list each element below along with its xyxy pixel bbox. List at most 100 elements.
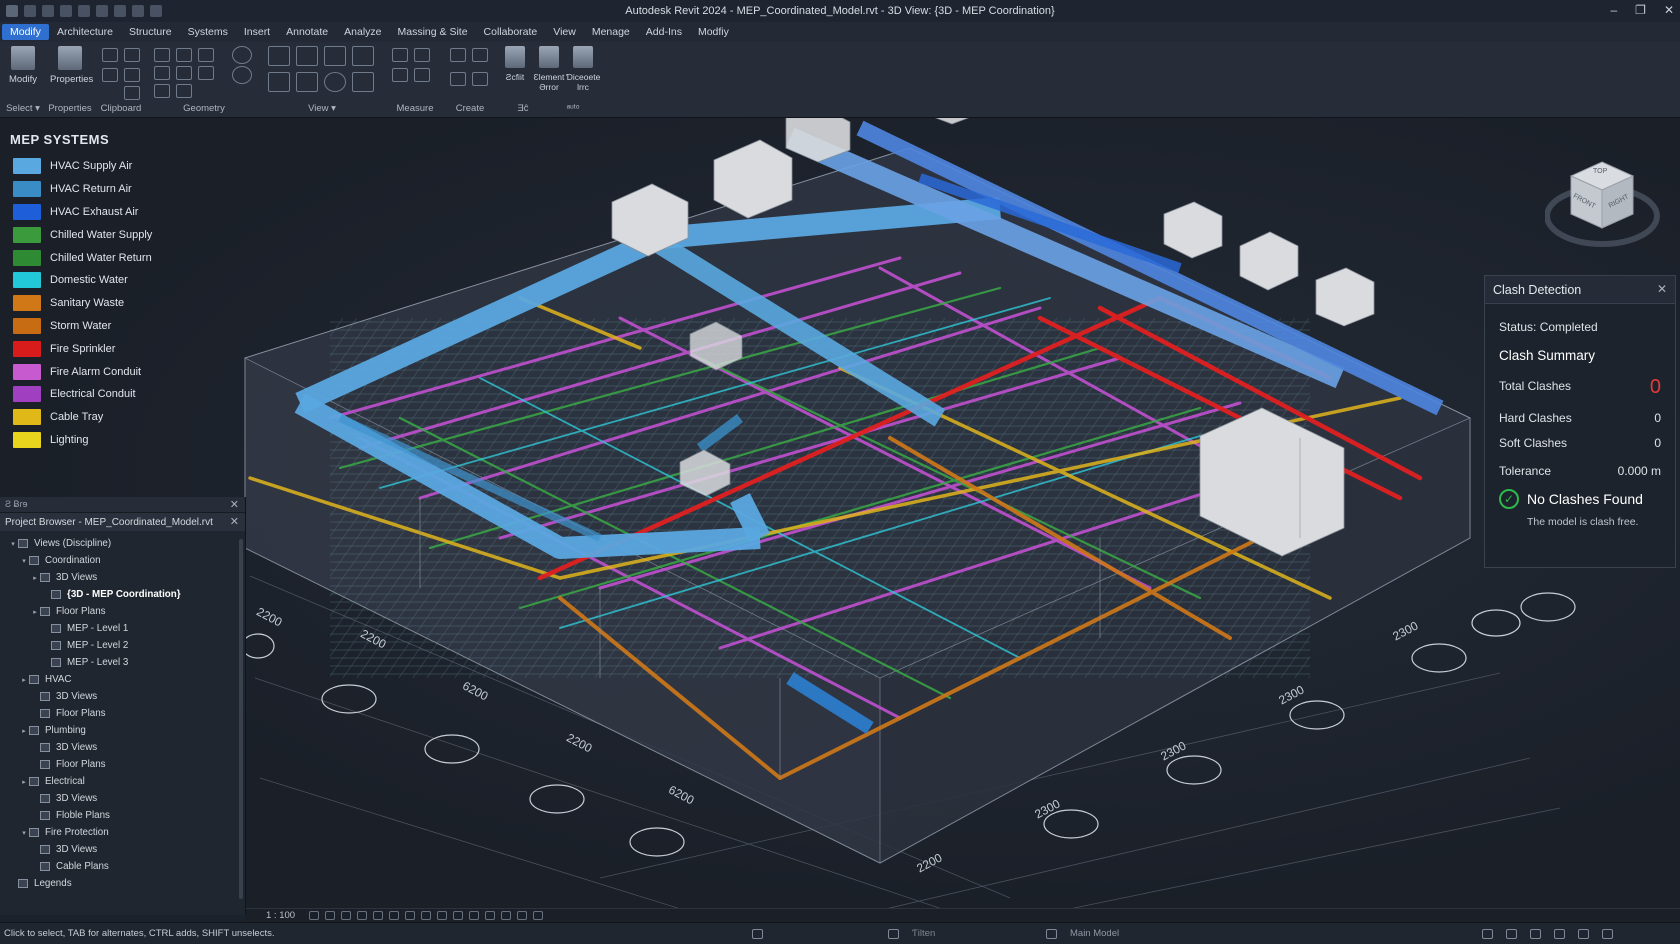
design-options-icon[interactable] [888, 929, 899, 939]
split-face-icon[interactable] [154, 66, 170, 80]
tab-annotate[interactable]: Annotate [278, 24, 336, 40]
array-icon[interactable] [324, 72, 346, 92]
browser-scrollbar[interactable] [239, 539, 243, 899]
expand-toggle-icon[interactable]: ▸ [30, 608, 40, 616]
tree-item[interactable]: Legends [0, 875, 245, 892]
print-icon[interactable] [114, 5, 126, 17]
cut-geometry-icon[interactable] [176, 48, 192, 62]
cut-icon[interactable] [124, 48, 140, 62]
tab-manage[interactable]: Menage [584, 24, 638, 40]
tab-add-ins[interactable]: Add-Ins [638, 24, 690, 40]
view-more-icon[interactable] [533, 911, 544, 920]
tab-massing-site[interactable]: Massing & Site [390, 24, 476, 40]
tree-item[interactable]: Cable Plans [0, 858, 245, 875]
tab-analyze[interactable]: Analyze [336, 24, 389, 40]
analytical-model-icon[interactable] [485, 911, 496, 920]
tree-item[interactable]: ▸ Electrical [0, 773, 245, 790]
expand-toggle-icon[interactable]: ▸ [19, 778, 29, 786]
trim-icon[interactable] [268, 72, 290, 92]
visual-style-icon[interactable] [325, 911, 336, 920]
rotate-icon[interactable] [232, 66, 252, 84]
tree-item[interactable]: 3D Views [0, 739, 245, 756]
measure-distance-icon[interactable] [392, 48, 408, 62]
split-icon[interactable] [296, 72, 318, 92]
reveal-constraints-icon[interactable] [517, 911, 528, 920]
create-assembly-icon[interactable] [450, 48, 466, 62]
undo-icon[interactable] [78, 5, 90, 17]
cope-icon[interactable] [154, 48, 170, 62]
active-model[interactable]: Main Model [1070, 928, 1119, 939]
angular-icon[interactable] [414, 68, 430, 82]
offset-icon[interactable] [296, 46, 318, 66]
join-icon[interactable] [124, 86, 140, 100]
close-properties-icon[interactable]: ✕ [230, 498, 239, 511]
redo-icon[interactable] [96, 5, 108, 17]
tree-item[interactable]: Floor Plans [0, 705, 245, 722]
select-pinned-icon[interactable] [1530, 929, 1541, 939]
create-parts-icon[interactable] [472, 48, 488, 62]
expand-toggle-icon[interactable]: ▾ [8, 540, 18, 548]
element-error-button[interactable]: Ɛlement Ərror [532, 46, 566, 92]
shadows-icon[interactable] [357, 911, 368, 920]
view-cube-top[interactable]: TOP [1593, 168, 1607, 175]
view-dropdown[interactable]: View ▾ [262, 103, 382, 114]
scale-icon[interactable] [352, 72, 374, 92]
show-crop-icon[interactable] [405, 911, 416, 920]
worksets-icon[interactable] [752, 929, 763, 939]
join-geometry-icon[interactable] [198, 48, 214, 62]
disconnect-button[interactable]: Ɗiceoete lrrc [566, 46, 600, 92]
tab-modify-2[interactable]: Modfiy [690, 24, 737, 40]
tree-item[interactable]: MEP - Level 1 [0, 620, 245, 637]
tab-systems[interactable]: Systems [180, 24, 236, 40]
tree-item[interactable]: ▾ Coordination [0, 552, 245, 569]
restore-button[interactable]: ❐ [1635, 3, 1646, 17]
save-icon[interactable] [42, 5, 54, 17]
filter-icon[interactable] [1602, 929, 1613, 939]
close-window-button[interactable]: ✕ [1664, 3, 1674, 17]
tree-item[interactable]: ▸ Floor Plans [0, 603, 245, 620]
mirror-icon[interactable] [324, 46, 346, 66]
measure-element-icon[interactable] [414, 48, 430, 62]
expand-toggle-icon[interactable]: ▾ [19, 557, 29, 565]
render-icon[interactable] [373, 911, 384, 920]
view-cube[interactable]: TOP FRONT RIGHT [1544, 148, 1675, 258]
unlocked-view-icon[interactable] [421, 911, 432, 920]
select-by-face-icon[interactable] [1554, 929, 1565, 939]
mep-model-render[interactable] [0, 118, 1680, 915]
tab-collaborate[interactable]: Collaborate [476, 24, 546, 40]
tab-structure[interactable]: Structure [121, 24, 180, 40]
drag-elements-icon[interactable] [1578, 929, 1589, 939]
crop-view-icon[interactable] [389, 911, 400, 920]
match-icon[interactable] [124, 68, 140, 82]
tab-insert[interactable]: Insert [236, 24, 278, 40]
tab-modify[interactable]: Modify [2, 24, 49, 40]
wall-joins-icon[interactable] [232, 46, 252, 64]
remove-paint-icon[interactable] [154, 84, 170, 98]
tree-item[interactable]: ▾ Views (Discipline) [0, 535, 245, 552]
close-icon[interactable]: ✕ [1657, 282, 1667, 296]
minimize-button[interactable]: – [1610, 3, 1617, 17]
paste-icon[interactable] [102, 48, 118, 62]
temporary-hide-icon[interactable] [437, 911, 448, 920]
sun-path-icon[interactable] [341, 911, 352, 920]
tree-item[interactable]: ▸ 3D Views [0, 569, 245, 586]
create-similar-icon[interactable] [472, 72, 488, 86]
move-icon[interactable] [352, 46, 374, 66]
expand-toggle-icon[interactable]: ▸ [30, 574, 40, 582]
expand-toggle-icon[interactable]: ▸ [19, 676, 29, 684]
modify-button[interactable]: Modify [3, 46, 43, 85]
align-icon[interactable] [268, 46, 290, 66]
open-icon[interactable] [24, 5, 36, 17]
tree-item[interactable]: MEP - Level 2 [0, 637, 245, 654]
detail-level-icon[interactable] [309, 911, 320, 920]
unjoin-icon[interactable] [176, 84, 192, 98]
close-browser-icon[interactable]: ✕ [230, 515, 239, 528]
3d-view-icon[interactable] [150, 5, 162, 17]
tree-item[interactable]: Floor Plans [0, 756, 245, 773]
copy-icon[interactable] [102, 68, 118, 82]
tree-item[interactable]: ▾ Fire Protection [0, 824, 245, 841]
tree-item[interactable]: MEP - Level 3 [0, 654, 245, 671]
sync-icon[interactable] [60, 5, 72, 17]
tab-view[interactable]: View [545, 24, 584, 40]
edit-family-button[interactable]: Ƨcfiit [498, 46, 532, 82]
